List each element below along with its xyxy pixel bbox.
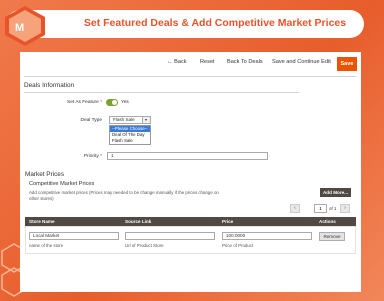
- back-to-deals-button[interactable]: Back To Deals: [227, 59, 263, 65]
- store-name-hint: name of the store: [29, 243, 64, 248]
- brand-logo: M: [5, 6, 45, 46]
- source-link-hint: Url of Product Store: [125, 243, 164, 248]
- deal-type-select[interactable]: Flash Sale: [109, 116, 151, 124]
- set-as-feature-value: Yes: [121, 100, 129, 105]
- pager-next-button[interactable]: ›: [340, 204, 350, 213]
- pager-of-text: of 1: [329, 206, 337, 211]
- column-header: Actions: [319, 219, 336, 224]
- toggle-knob: [112, 100, 117, 105]
- store-name-input[interactable]: Local Market: [29, 232, 119, 240]
- add-more-button[interactable]: Add More...: [320, 188, 351, 197]
- deal-type-label: Deal Type: [80, 118, 102, 123]
- set-as-feature-label: Set As Feature *: [67, 100, 102, 105]
- reset-button[interactable]: Reset: [200, 59, 215, 65]
- priority-input[interactable]: 1: [107, 152, 268, 160]
- deal-type-selected: Flash Sale: [113, 117, 135, 122]
- set-as-feature-toggle[interactable]: [106, 99, 118, 106]
- page-title: Set Featured Deals & Add Competitive Mar…: [83, 17, 347, 29]
- priority-label: Priority *: [83, 154, 102, 159]
- back-button[interactable]: ← Back: [167, 59, 187, 65]
- action-toolbar: ← Back Reset Back To Deals Save and Cont…: [20, 52, 361, 76]
- source-link-input[interactable]: [125, 232, 215, 240]
- price-hint: Price of Product: [222, 243, 254, 248]
- save-button[interactable]: Save: [337, 57, 357, 71]
- competitive-prices-subtitle: Competitive Market Prices: [29, 181, 95, 187]
- table-header: Store Name Source Link Price Actions: [25, 217, 356, 226]
- pager-input[interactable]: 1: [314, 204, 327, 213]
- column-header: Source Link: [125, 219, 152, 224]
- chevron-down-icon: [142, 117, 150, 123]
- svg-text:M: M: [15, 22, 24, 34]
- deal-type-option[interactable]: Flash Sale: [110, 138, 150, 144]
- column-header: Store Name: [29, 219, 55, 224]
- price-input[interactable]: 100.0000: [222, 232, 312, 240]
- deals-info-divider: [24, 92, 299, 93]
- table-row: [25, 226, 356, 254]
- save-continue-button[interactable]: Save and Continue Edit: [272, 59, 331, 65]
- market-prices-title: Market Prices: [25, 171, 65, 178]
- main-panel: ← Back Reset Back To Deals Save and Cont…: [20, 52, 361, 292]
- deal-type-dropdown: --Please Choose-- Deal Of The Day Flash …: [109, 125, 151, 145]
- toolbar-divider: [24, 76, 357, 77]
- market-prices-description-2: other stores): [29, 196, 54, 201]
- column-header: Price: [222, 219, 234, 224]
- remove-button[interactable]: Remove: [319, 232, 345, 241]
- market-prices-description: Add competitive market prices (Prices ma…: [29, 190, 219, 195]
- deals-info-title: Deals Information: [24, 82, 75, 89]
- pager-prev-button[interactable]: ‹: [290, 204, 300, 213]
